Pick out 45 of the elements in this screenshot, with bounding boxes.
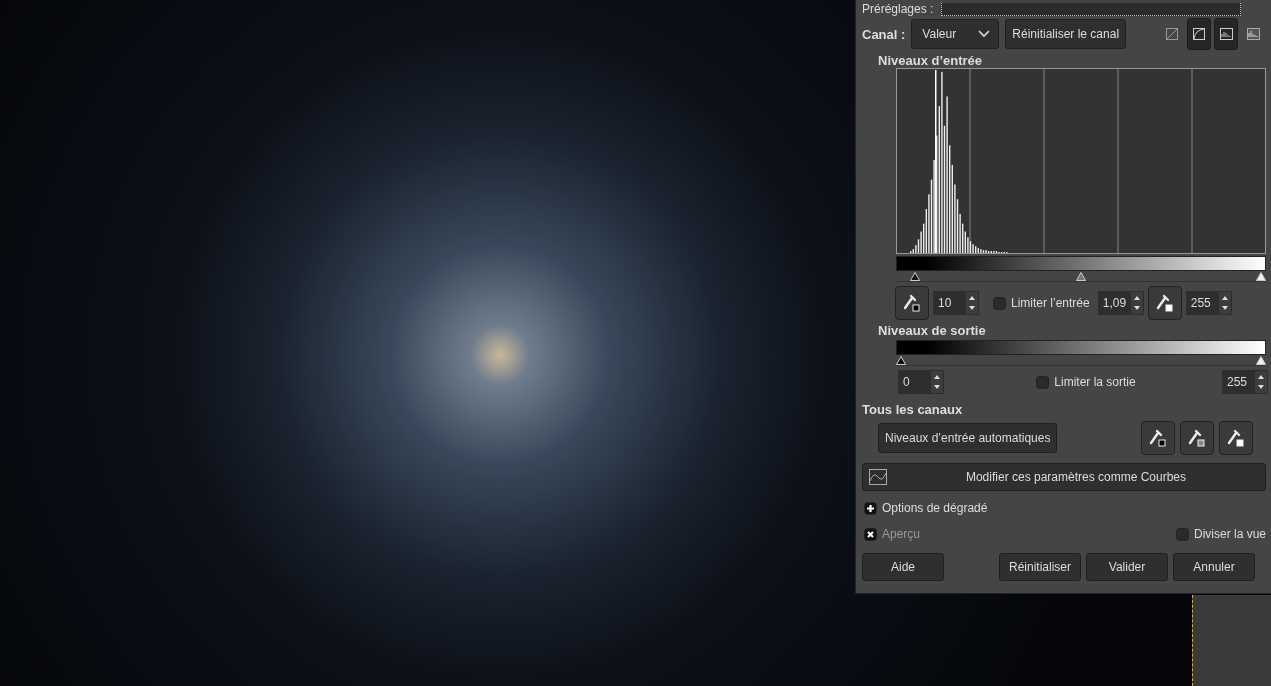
channel-label: Canal :: [862, 26, 906, 42]
stepper-icon[interactable]: [1255, 371, 1267, 393]
number-field[interactable]: 10: [933, 291, 979, 315]
number-field[interactable]: 1,09: [1097, 291, 1144, 315]
number-field[interactable]: 255: [1185, 291, 1232, 315]
stepper-icon[interactable]: [966, 292, 978, 314]
stepper-icon[interactable]: [931, 371, 943, 393]
chevron-icon: [978, 30, 991, 38]
clamp-output-checkbox[interactable]: Limiter la sortie: [1036, 375, 1136, 389]
eyedropper-icon: [1187, 428, 1208, 448]
eyedropper-button[interactable]: [895, 286, 929, 320]
reset-channel-button[interactable]: Réinitialiser le canal: [1005, 19, 1127, 49]
stepper-icon[interactable]: [1130, 292, 1143, 314]
dialog-button[interactable]: Aide: [862, 553, 944, 581]
eyedropper-icon: [902, 293, 922, 313]
channel-dropdown[interactable]: Valeur: [911, 19, 1000, 49]
edit-as-curves-button[interactable]: Modifier ces paramètres comme Courbes: [862, 463, 1266, 491]
log-histogram-icon: [1193, 28, 1206, 40]
dialog-button[interactable]: Réinitialiser: [999, 553, 1081, 581]
eyedropper-button[interactable]: [1219, 421, 1254, 455]
linear-histogram-icon: [1166, 28, 1179, 40]
presets-label: Préréglages :: [862, 2, 934, 16]
dialog-button[interactable]: Valider: [1086, 553, 1168, 581]
clamp-input-checkbox[interactable]: Limiter l’entrée: [993, 296, 1090, 310]
number-field[interactable]: 0: [898, 370, 944, 394]
auto-levels-button[interactable]: Niveaux d’entrée automatiques: [878, 423, 1058, 453]
eyedropper-button[interactable]: [1141, 421, 1176, 455]
view-toggle[interactable]: [1214, 18, 1239, 50]
eyedropper-icon: [1148, 428, 1169, 448]
eyedropper-button[interactable]: [1147, 286, 1182, 320]
number-field[interactable]: 255: [1222, 370, 1268, 394]
eyedropper-icon: [1154, 293, 1175, 313]
split-view-checkbox[interactable]: Diviser la vue: [1175, 527, 1266, 541]
eyedropper-icon: [1226, 428, 1247, 448]
dialog-button[interactable]: Annuler: [1173, 553, 1255, 581]
section-title: Niveaux de sortie: [878, 323, 987, 338]
histogram-icon: [1219, 28, 1233, 40]
eyedropper-button[interactable]: [1180, 421, 1215, 455]
histogram-icon: [1246, 28, 1260, 40]
section-title: Tous les canaux: [862, 402, 964, 417]
curve-icon: [869, 469, 887, 485]
gradient-options-expander[interactable]: Options de dégradé: [864, 501, 1271, 515]
view-toggle[interactable]: [1187, 18, 1212, 50]
section-title: Niveaux d’entrée: [878, 53, 984, 68]
stepper-icon[interactable]: [1218, 292, 1231, 314]
